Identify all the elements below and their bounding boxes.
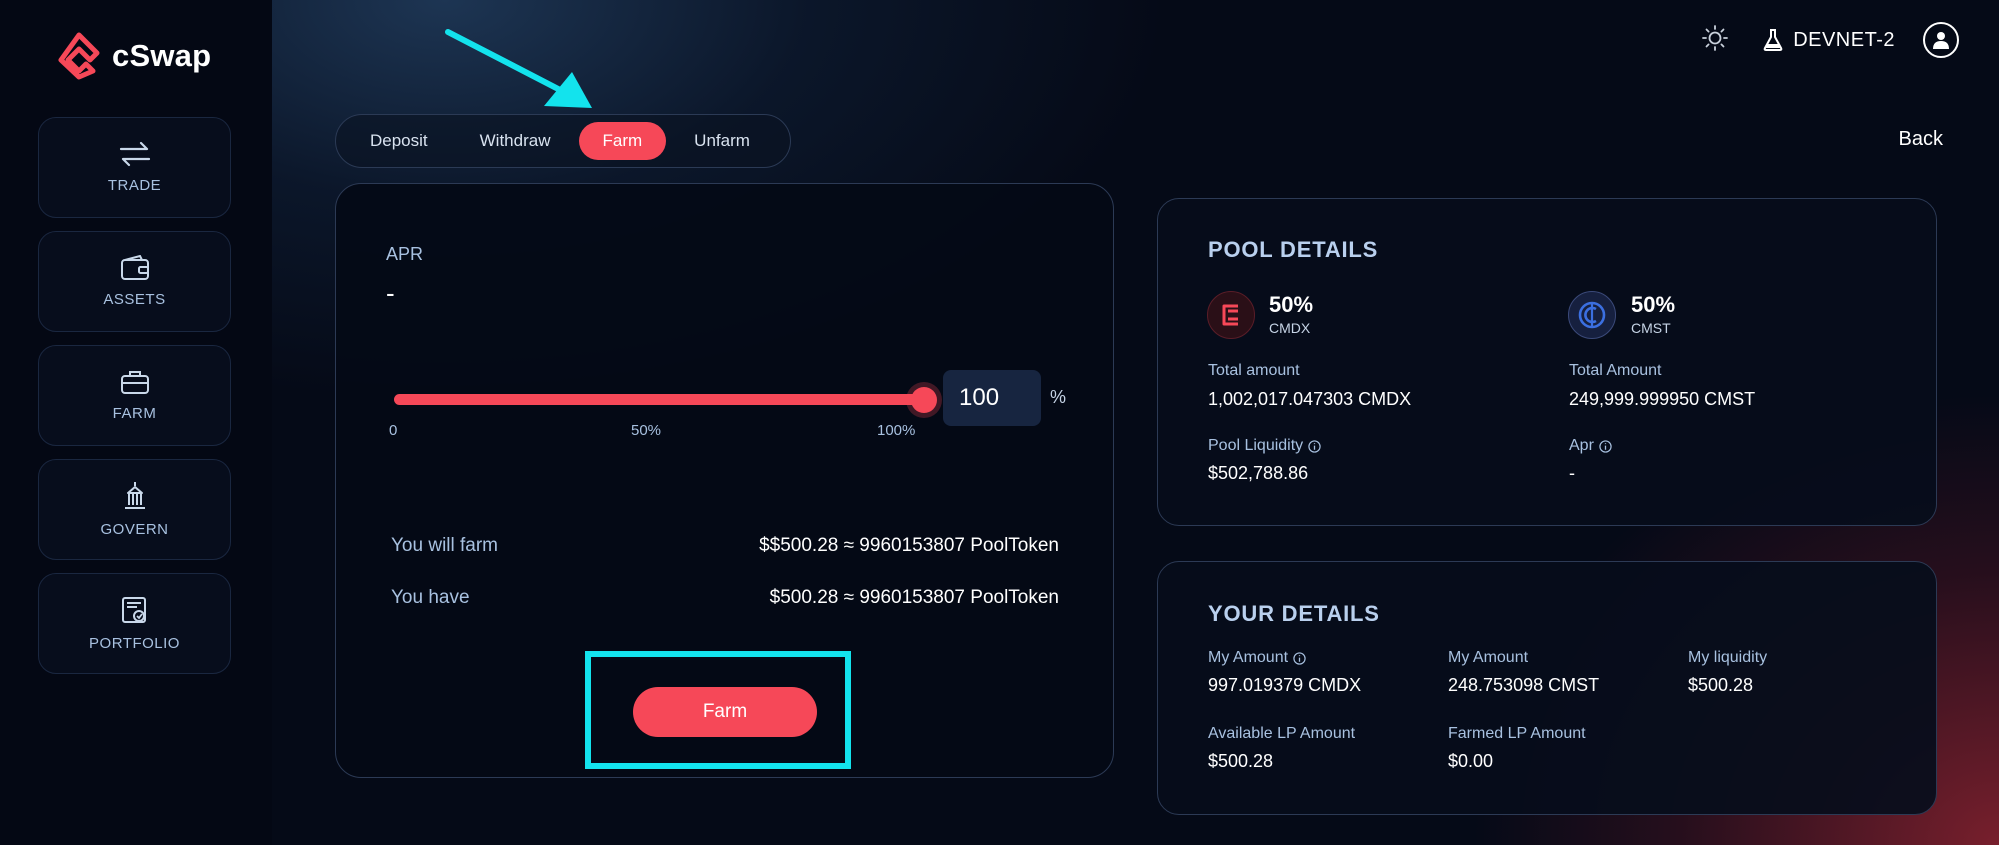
brand-name: cSwap	[112, 38, 212, 73]
briefcase-icon	[120, 371, 149, 394]
tab-withdraw[interactable]: Withdraw	[456, 122, 575, 160]
cmdx-symbol: CMDX	[1269, 320, 1311, 336]
cmst-symbol: CMST	[1631, 320, 1671, 336]
my-liquidity-value: $500.28	[1688, 675, 1754, 695]
sidebar-item-farm[interactable]: FARM	[38, 345, 231, 446]
sidebar-item-trade[interactable]: TRADE	[38, 117, 231, 218]
label-text: Total Amount	[1569, 362, 1662, 379]
sidebar-item-label: ASSETS	[103, 291, 166, 308]
cmst-logo-icon	[1578, 301, 1606, 329]
info-icon[interactable]	[1308, 439, 1321, 453]
label-text: Total amount	[1208, 362, 1300, 379]
amount-slider-track[interactable]	[394, 394, 924, 405]
label-text: My liquidity	[1688, 649, 1768, 666]
slider-tick-min: 0	[389, 422, 398, 439]
network-selector[interactable]: DEVNET-2	[1763, 28, 1895, 52]
total-amount-cmdx-label: Total amount	[1208, 362, 1300, 380]
cmst-token-icon	[1568, 291, 1616, 339]
label-text: Pool Liquidity	[1208, 437, 1304, 454]
sidebar-item-label: TRADE	[107, 177, 162, 194]
label-text: Apr	[1569, 437, 1594, 454]
your-details-panel: YOUR DETAILS My Amount 997.019379 CMDX M…	[1157, 561, 1937, 815]
pool-liquidity-label: Pool Liquidity	[1208, 437, 1321, 455]
pool-details-title: POOL DETAILS	[1208, 237, 1379, 262]
cmdx-share: 50%	[1269, 292, 1314, 317]
total-amount-cmst-label: Total Amount	[1569, 362, 1662, 380]
profile-button[interactable]	[1923, 22, 1959, 58]
percent-unit: %	[1050, 387, 1067, 407]
wallet-icon	[120, 255, 149, 280]
total-amount-cmdx-value: 1,002,017.047303 CMDX	[1208, 389, 1412, 409]
apr-value: -	[386, 278, 395, 308]
brand-logo[interactable]: cSwap	[56, 32, 211, 80]
label-text: My Amount	[1448, 649, 1529, 666]
top-bar: DEVNET-2	[1701, 22, 1959, 58]
label-text: My Amount	[1208, 649, 1289, 666]
portfolio-icon	[121, 597, 146, 623]
my-amount-cmdx-label: My Amount	[1208, 649, 1306, 667]
swap-arrows-icon	[119, 141, 150, 167]
pool-details-panel: POOL DETAILS 50% CMDX 50% CMST Total amo…	[1157, 198, 1937, 526]
farmed-lp-value: $0.00	[1448, 751, 1494, 771]
network-name: DEVNET-2	[1793, 28, 1895, 51]
available-lp-label: Available LP Amount	[1208, 725, 1355, 743]
my-liquidity-label: My liquidity	[1688, 649, 1767, 667]
sidebar-item-assets[interactable]: ASSETS	[38, 231, 231, 332]
your-details-title: YOUR DETAILS	[1208, 601, 1380, 626]
sidebar-item-label: GOVERN	[100, 521, 169, 538]
tab-deposit[interactable]: Deposit	[346, 122, 452, 160]
percent-input[interactable]: 100	[943, 370, 1041, 426]
available-lp-value: $500.28	[1208, 751, 1274, 771]
user-icon	[1933, 32, 1949, 49]
will-farm-value: $$500.28 ≈ 9960153807 PoolToken	[759, 535, 1059, 556]
total-amount-cmst-value: 249,999.999950 CMST	[1569, 389, 1756, 409]
my-amount-cmdx-value: 997.019379 CMDX	[1208, 675, 1362, 695]
sidebar-item-label: FARM	[112, 405, 157, 422]
label-text: Farmed LP Amount	[1448, 725, 1586, 742]
pool-apr-value: -	[1569, 463, 1575, 483]
annotation-arrow-icon	[445, 29, 592, 108]
apr-label: APR	[386, 244, 424, 264]
pool-liquidity-value: $502,788.86	[1208, 463, 1309, 483]
sidebar-item-label: PORTFOLIO	[89, 635, 180, 652]
sidebar-item-portfolio[interactable]: PORTFOLIO	[38, 573, 231, 674]
tab-farm[interactable]: Farm	[578, 122, 667, 160]
my-amount-cmst-label: My Amount	[1448, 649, 1528, 667]
farmed-lp-label: Farmed LP Amount	[1448, 725, 1586, 743]
slider-tick-max: 100%	[877, 422, 916, 439]
bank-icon	[124, 482, 145, 509]
flask-icon	[1763, 29, 1783, 51]
label-text: Available LP Amount	[1208, 725, 1356, 742]
cmdx-token-icon	[1207, 291, 1255, 339]
annotation-highlight-box	[585, 651, 851, 769]
sun-icon	[1702, 24, 1729, 51]
sidebar-item-govern[interactable]: GOVERN	[38, 459, 231, 560]
have-value: $500.28 ≈ 9960153807 PoolToken	[769, 587, 1059, 608]
info-icon[interactable]	[1293, 651, 1306, 665]
slider-tick-mid: 50%	[631, 422, 662, 439]
tab-unfarm[interactable]: Unfarm	[670, 122, 774, 160]
cmdx-logo-icon	[1222, 304, 1238, 326]
action-tabs: Deposit Withdraw Farm Unfarm	[335, 114, 791, 168]
cmst-share: 50%	[1631, 292, 1676, 317]
have-label: You have	[391, 587, 470, 608]
back-button[interactable]: Back	[1899, 128, 1943, 151]
info-icon[interactable]	[1599, 439, 1612, 453]
amount-slider-thumb[interactable]	[911, 387, 937, 413]
pool-apr-label: Apr	[1569, 437, 1612, 455]
my-amount-cmst-value: 248.753098 CMST	[1448, 675, 1600, 695]
sidebar: cSwap TRADE ASSETS FARM GOVERN PORTFOLIO	[0, 0, 272, 845]
will-farm-label: You will farm	[391, 535, 499, 556]
cswap-logo-icon	[58, 32, 100, 80]
theme-toggle-button[interactable]	[1701, 24, 1729, 57]
